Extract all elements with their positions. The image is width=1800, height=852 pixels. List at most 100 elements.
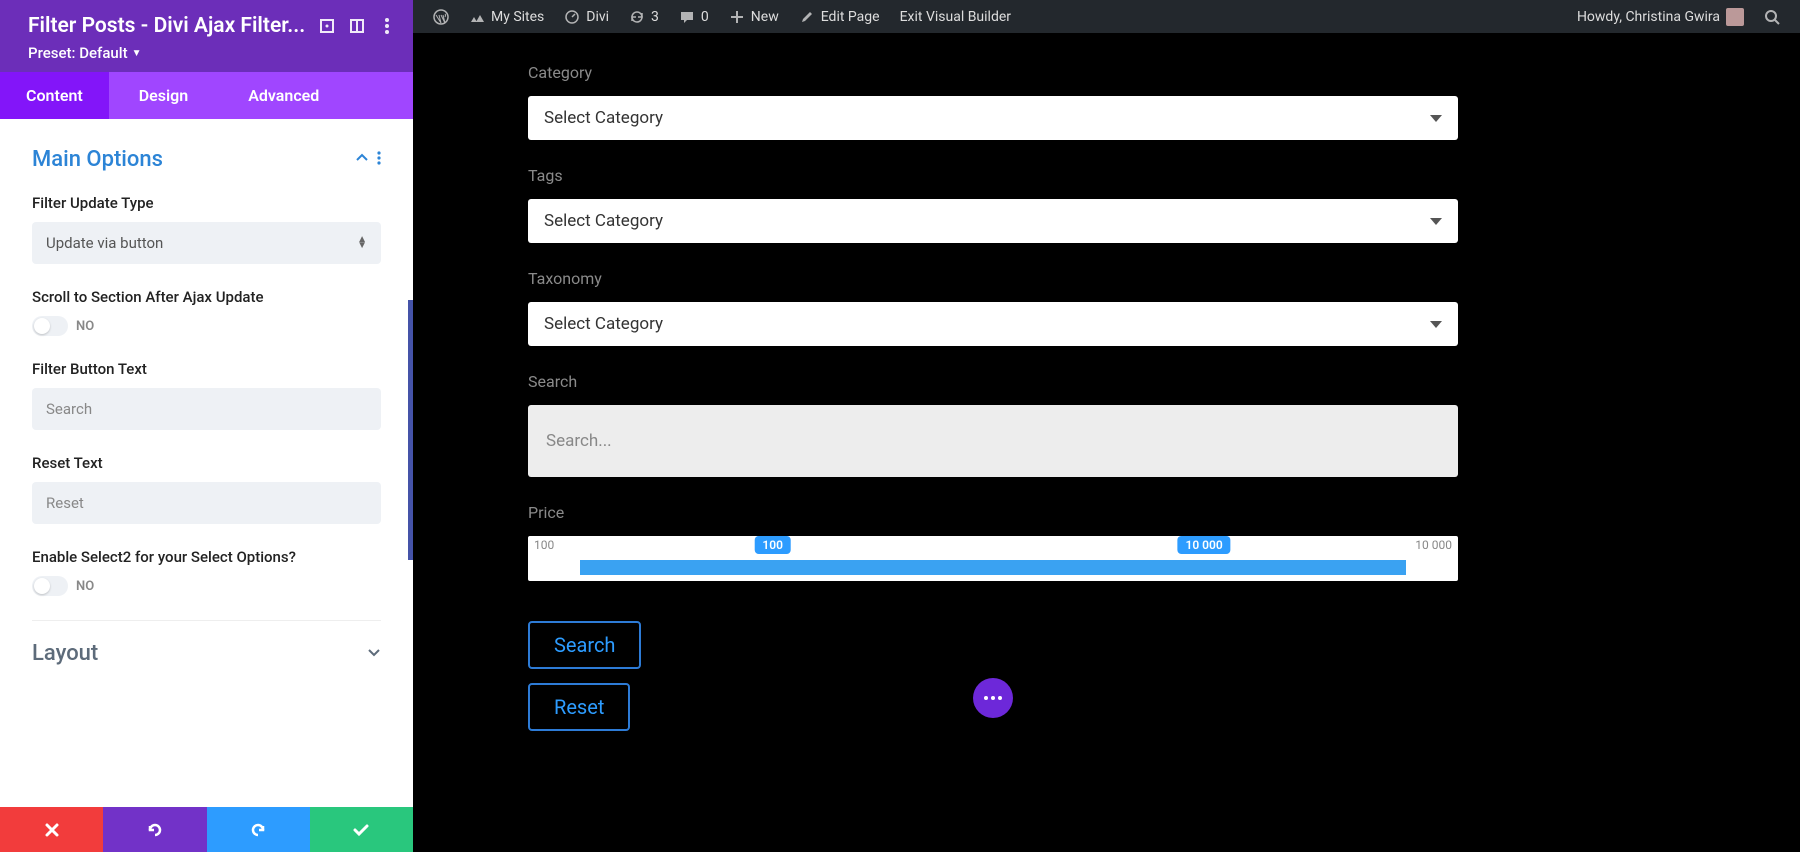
caret-down-icon xyxy=(1430,218,1442,225)
sidebar-header: Filter Posts - Divi Ajax Filter... Prese… xyxy=(0,0,413,72)
tab-advanced[interactable]: Advanced xyxy=(218,72,345,119)
caret-down-icon xyxy=(1430,321,1442,328)
tab-content[interactable]: Content xyxy=(0,72,109,119)
caret-down-icon xyxy=(1430,115,1442,122)
select-value: Update via button xyxy=(46,234,163,252)
field-scroll-after-ajax: Scroll to Section After Ajax Update NO xyxy=(32,288,381,336)
dashboard-icon xyxy=(564,9,580,25)
builder-fab[interactable] xyxy=(973,678,1013,718)
price-high-tag: 10 000 xyxy=(1177,536,1230,554)
dropdown-value: Select Category xyxy=(544,108,663,128)
wp-site-name[interactable]: Divi xyxy=(554,0,619,33)
undo-button[interactable] xyxy=(103,807,206,852)
field-reset-text: Reset Text xyxy=(32,454,381,524)
scroll-after-ajax-toggle[interactable] xyxy=(32,316,68,336)
field-label: Reset Text xyxy=(32,454,381,472)
toggle-value: NO xyxy=(76,319,94,334)
field-filter-update-type: Filter Update Type Update via button ▲▼ xyxy=(32,194,381,264)
tab-design[interactable]: Design xyxy=(109,72,218,119)
slider-fill xyxy=(580,560,1406,575)
layout-icon[interactable] xyxy=(347,16,367,36)
wp-admin-bar: My Sites Divi 3 0 New Edit Page Exit Vis… xyxy=(413,0,1800,33)
search-icon xyxy=(1764,9,1780,25)
preset-label: Preset: Default xyxy=(28,44,128,62)
dropdown-value: Select Category xyxy=(544,211,663,231)
field-enable-select2: Enable Select2 for your Select Options? … xyxy=(32,548,381,596)
wp-howdy-label: Howdy, Christina Gwira xyxy=(1577,9,1720,25)
section-title: Main Options xyxy=(32,147,163,172)
taxonomy-dropdown[interactable]: Select Category xyxy=(528,302,1458,346)
field-label: Filter Update Type xyxy=(32,194,381,212)
dropdown-value: Select Category xyxy=(544,314,663,334)
more-icon[interactable] xyxy=(377,16,397,36)
filter-button-text-input[interactable] xyxy=(32,388,381,430)
wp-comments[interactable]: 0 xyxy=(669,0,719,33)
preview-taxonomy: Taxonomy Select Category xyxy=(528,269,1458,346)
sites-icon xyxy=(469,9,485,25)
cancel-button[interactable] xyxy=(0,807,103,852)
field-label: Taxonomy xyxy=(528,269,1458,288)
section-main-options[interactable]: Main Options xyxy=(32,147,381,172)
preview-price: Price 100 100 10 000 10 000 xyxy=(528,503,1458,581)
reset-button[interactable]: Reset xyxy=(528,683,630,731)
wp-updates[interactable]: 3 xyxy=(619,0,669,33)
filter-update-type-select[interactable]: Update via button ▲▼ xyxy=(32,222,381,264)
field-label: Category xyxy=(528,63,1458,82)
wp-new[interactable]: New xyxy=(719,0,789,33)
wp-search[interactable] xyxy=(1754,0,1790,33)
avatar xyxy=(1726,8,1744,26)
reset-text-input[interactable] xyxy=(32,482,381,524)
chevron-down-icon xyxy=(367,644,381,663)
price-slider[interactable]: 100 100 10 000 10 000 xyxy=(528,536,1458,581)
wp-edit-page[interactable]: Edit Page xyxy=(789,0,890,33)
enable-select2-toggle[interactable] xyxy=(32,576,68,596)
wp-my-sites[interactable]: My Sites xyxy=(459,0,554,33)
wp-logo[interactable] xyxy=(423,0,459,33)
preview-search: Search xyxy=(528,372,1458,477)
section-layout[interactable]: Layout xyxy=(32,620,381,666)
wp-exit-vb-label: Exit Visual Builder xyxy=(900,9,1011,25)
caret-down-icon: ▼ xyxy=(132,48,142,59)
chevron-up-icon xyxy=(355,150,369,169)
section-title: Layout xyxy=(32,641,98,666)
select-arrows-icon: ▲▼ xyxy=(357,237,367,249)
price-low-tag: 100 xyxy=(754,536,791,554)
pencil-icon xyxy=(799,9,815,25)
search-button[interactable]: Search xyxy=(528,621,641,669)
preset-selector[interactable]: Preset: Default ▼ xyxy=(28,44,397,62)
plus-icon xyxy=(729,9,745,25)
wordpress-icon xyxy=(433,9,449,25)
wp-comments-count: 0 xyxy=(701,9,709,25)
price-min-label: 100 xyxy=(534,538,554,552)
sidebar-actions xyxy=(0,807,413,852)
comment-icon xyxy=(679,9,695,25)
field-label: Tags xyxy=(528,166,1458,185)
tags-dropdown[interactable]: Select Category xyxy=(528,199,1458,243)
field-label: Price xyxy=(528,503,1458,522)
search-box xyxy=(528,405,1458,477)
sidebar-body: Main Options Filter Update Type Update v… xyxy=(0,119,413,807)
wp-new-label: New xyxy=(751,9,779,25)
refresh-icon xyxy=(629,9,645,25)
redo-button[interactable] xyxy=(207,807,310,852)
wp-edit-page-label: Edit Page xyxy=(821,9,880,25)
expand-icon[interactable] xyxy=(317,16,337,36)
wp-exit-vb[interactable]: Exit Visual Builder xyxy=(890,0,1021,33)
wp-site-name-label: Divi xyxy=(586,9,609,25)
field-label: Search xyxy=(528,372,1458,391)
slider-track xyxy=(534,560,1452,575)
wp-updates-count: 3 xyxy=(651,9,659,25)
wp-my-sites-label: My Sites xyxy=(491,9,544,25)
field-filter-button-text: Filter Button Text xyxy=(32,360,381,430)
section-more-icon[interactable] xyxy=(377,150,381,169)
preview-tags: Tags Select Category xyxy=(528,166,1458,243)
category-dropdown[interactable]: Select Category xyxy=(528,96,1458,140)
field-label: Scroll to Section After Ajax Update xyxy=(32,288,381,306)
search-input[interactable] xyxy=(546,431,1440,451)
module-title: Filter Posts - Divi Ajax Filter... xyxy=(28,14,307,38)
save-button[interactable] xyxy=(310,807,413,852)
field-label: Enable Select2 for your Select Options? xyxy=(32,548,381,566)
settings-sidebar: Filter Posts - Divi Ajax Filter... Prese… xyxy=(0,0,413,852)
wp-howdy[interactable]: Howdy, Christina Gwira xyxy=(1567,0,1754,33)
preview-canvas: Category Select Category Tags Select Cat… xyxy=(413,33,1800,852)
